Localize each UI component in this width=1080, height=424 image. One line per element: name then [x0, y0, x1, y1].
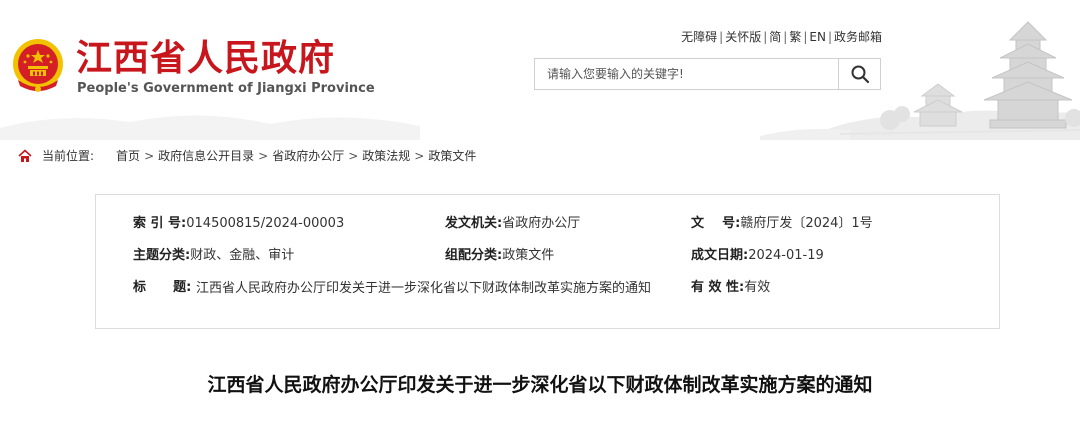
document-info-table: 索 引 号:014500815/2024-00003 发文机关:省政府办公厅 文…	[95, 194, 1000, 329]
breadcrumb: 当前位置: 首页 > 政府信息公开目录 > 省政府办公厅 > 政策法规 > 政策…	[18, 146, 476, 166]
info-label: 有 效 性:	[691, 280, 745, 295]
breadcrumb-item-policies[interactable]: 政策法规	[362, 146, 410, 166]
info-label: 发文机关:	[445, 216, 503, 231]
document-title: 江西省人民政府办公厅印发关于进一步深化省以下财政体制改革实施方案的通知	[207, 374, 873, 396]
breadcrumb-separator: >	[144, 149, 155, 163]
info-date: 成文日期:2024-01-19	[691, 246, 824, 266]
national-emblem-icon	[13, 39, 63, 92]
breadcrumb-separator: >	[414, 149, 425, 163]
traditional-chinese-link[interactable]: 繁	[789, 30, 801, 44]
breadcrumb-separator: >	[258, 149, 269, 163]
search-icon	[851, 65, 869, 84]
breadcrumb-label: 当前位置:	[42, 149, 95, 163]
english-link[interactable]: EN	[809, 30, 826, 44]
info-title-label: 标 题:	[133, 278, 191, 298]
top-links: 无障碍 | 关怀版 | 简 | 繁 | EN | 政务邮箱	[560, 28, 882, 46]
separator: |	[719, 30, 724, 44]
info-value: 政策文件	[502, 248, 555, 263]
accessibility-link[interactable]: 无障碍	[681, 30, 717, 44]
info-label: 标 题:	[133, 280, 192, 295]
info-topic: 主题分类:财政、金融、审计	[133, 246, 294, 266]
info-validity: 有 效 性:有效	[691, 278, 770, 298]
separator: |	[827, 30, 832, 44]
search-button[interactable]	[838, 59, 880, 89]
breadcrumb-item-info-catalog[interactable]: 政府信息公开目录	[158, 146, 254, 166]
info-label: 主题分类:	[133, 248, 191, 263]
government-mail-link[interactable]: 政务邮箱	[834, 30, 882, 44]
info-document-number: 文 号:赣府厅发〔2024〕1号	[691, 214, 873, 234]
home-icon	[18, 149, 32, 162]
info-value: 014500815/2024-00003	[186, 216, 345, 231]
info-label: 成文日期:	[691, 248, 749, 263]
search-input[interactable]	[535, 59, 838, 89]
simplified-chinese-link[interactable]: 简	[769, 30, 781, 44]
info-label: 文 号:	[691, 216, 741, 231]
site-header: 江西省人民政府 People's Government of Jiangxi P…	[0, 0, 1080, 140]
breadcrumb-item-home[interactable]: 首页	[116, 146, 140, 166]
info-label: 索 引 号:	[133, 216, 187, 231]
site-title[interactable]: 江西省人民政府	[76, 36, 335, 80]
care-mode-link[interactable]: 关怀版	[725, 30, 761, 44]
info-issuer: 发文机关:省政府办公厅	[445, 214, 580, 234]
info-genre: 组配分类:政策文件	[445, 246, 554, 266]
info-value: 财政、金融、审计	[190, 248, 295, 263]
info-index-number: 索 引 号:014500815/2024-00003	[133, 214, 344, 234]
breadcrumb-item-policy-documents[interactable]: 政策文件	[428, 146, 476, 166]
info-value: 2024-01-19	[748, 248, 824, 263]
info-value: 有效	[744, 280, 771, 295]
search-box	[534, 58, 881, 90]
info-title-value: 江西省人民政府办公厅印发关于进一步深化省以下财政体制改革实施方案的通知	[196, 281, 652, 296]
breadcrumb-item-general-office[interactable]: 省政府办公厅	[272, 146, 344, 166]
breadcrumb-separator: >	[348, 149, 359, 163]
info-value: 赣府厅发〔2024〕1号	[740, 216, 873, 231]
site-subtitle: People's Government of Jiangxi Province	[77, 81, 375, 96]
info-value: 省政府办公厅	[502, 216, 581, 231]
info-label: 组配分类:	[445, 248, 503, 263]
